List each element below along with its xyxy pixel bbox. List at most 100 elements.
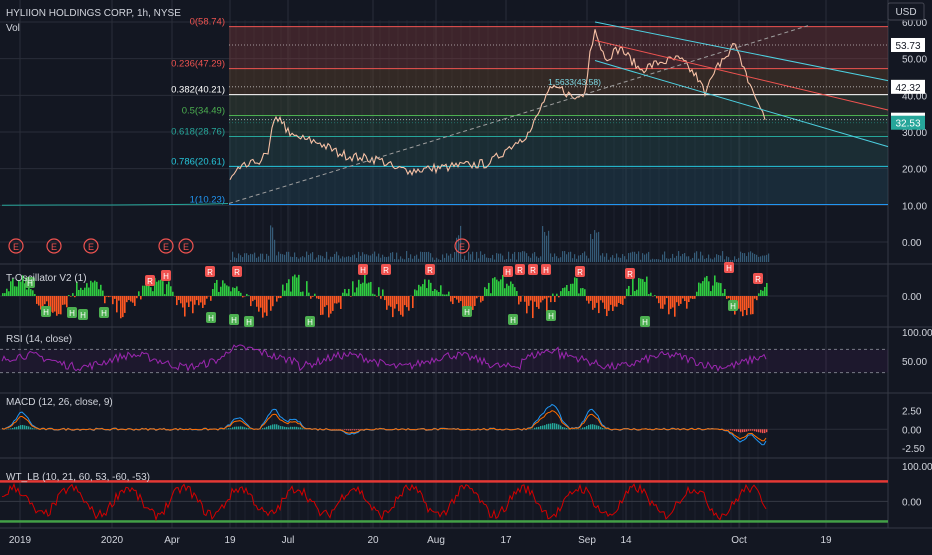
osc-bar	[8, 291, 10, 296]
volume-bar	[236, 258, 237, 262]
osc-bar	[240, 293, 242, 296]
volume-bar	[516, 260, 517, 262]
volume-bar	[592, 239, 593, 262]
osc-bar	[326, 296, 328, 305]
osc-bar	[324, 296, 326, 307]
osc-bar	[138, 291, 140, 296]
macd-histogram-bar	[284, 427, 285, 429]
volume-bar	[314, 259, 315, 262]
volume-bar	[598, 232, 599, 262]
volume-bar	[634, 252, 635, 262]
volume-bar	[482, 255, 483, 262]
osc-bar	[248, 295, 250, 296]
osc-bar	[488, 283, 490, 296]
osc-r-label: R	[427, 266, 433, 275]
chart-svg[interactable]: 0(58.74)0.236(47.29)0.382(40.21)0.5(34.4…	[0, 0, 932, 550]
osc-bar	[704, 277, 706, 296]
macd-histogram-bar	[300, 427, 301, 429]
fib-level-label: 0.786(20.61)	[171, 156, 225, 167]
osc-bar	[346, 293, 348, 296]
volume-bar	[744, 253, 745, 262]
macd-histogram-bar	[282, 426, 283, 429]
osc-bar	[764, 287, 766, 296]
macd-histogram-bar	[240, 426, 241, 429]
osc-bar	[542, 296, 544, 300]
fib-zone	[229, 137, 888, 167]
volume-bar	[494, 260, 495, 262]
volume-bar	[546, 236, 547, 262]
osc-bar	[210, 296, 212, 301]
osc-bar	[500, 279, 502, 296]
osc-bar	[496, 280, 498, 296]
osc-bar	[674, 296, 676, 317]
macd-histogram-bar	[16, 427, 17, 429]
time-tick-label: 17	[500, 535, 512, 546]
volume-bar	[730, 260, 731, 262]
osc-bar	[442, 294, 444, 296]
osc-bar	[78, 290, 80, 296]
osc-bar	[378, 287, 380, 296]
wt-lower-band	[0, 520, 888, 522]
osc-bar	[114, 296, 116, 299]
osc-bar	[626, 289, 628, 296]
osc-h-label: H	[307, 318, 313, 327]
volume-bar	[724, 259, 725, 262]
osc-bar	[436, 290, 438, 296]
volume-bar	[646, 253, 647, 262]
volume-bar	[564, 251, 565, 262]
osc-bar	[740, 296, 742, 312]
volume-bar	[242, 257, 243, 262]
osc-bar	[158, 280, 160, 296]
osc-bar	[518, 296, 520, 304]
osc-bar	[662, 296, 664, 309]
volume-bar	[348, 256, 349, 262]
osc-bar	[718, 283, 720, 296]
volume-bar	[632, 252, 633, 262]
volume-bar	[434, 260, 435, 262]
price-tick-label: 20.00	[902, 165, 927, 176]
osc-bar	[102, 291, 104, 296]
macd-histogram-bar	[540, 426, 541, 429]
osc-bar	[550, 296, 552, 302]
volume-bar	[380, 258, 381, 262]
volume-bar	[544, 232, 545, 262]
fib-level-label: 0(58.74)	[190, 17, 225, 28]
volume-bar	[542, 226, 543, 262]
volume-bar	[262, 254, 263, 262]
osc-h-label: H	[101, 309, 107, 318]
osc-bar	[212, 289, 214, 296]
macd-histogram-bar	[280, 426, 281, 429]
volume-bar	[354, 254, 355, 262]
volume-bar	[656, 259, 657, 262]
osc-bar	[694, 296, 696, 299]
macd-histogram-bar	[248, 428, 249, 429]
macd-histogram-bar	[242, 427, 243, 430]
volume-bar	[582, 253, 583, 262]
osc-bar	[520, 296, 522, 302]
osc-bar	[4, 293, 6, 296]
macd-histogram-bar	[264, 428, 265, 430]
osc-bar	[578, 293, 580, 296]
osc-bar	[678, 296, 680, 306]
volume-bar	[618, 257, 619, 262]
osc-r-label: R	[517, 266, 523, 275]
volume-bar	[694, 253, 695, 262]
osc-bar	[178, 296, 180, 300]
volume-bar	[350, 257, 351, 262]
volume-bar	[232, 252, 233, 262]
volume-bar	[234, 257, 235, 262]
osc-r-label: H	[726, 264, 732, 273]
osc-bar	[634, 291, 636, 296]
osc-bar	[386, 296, 388, 310]
volume-bar	[478, 258, 479, 262]
price-tick-label: 0.00	[902, 238, 922, 249]
osc-bar	[712, 286, 714, 296]
fib-level-label: 0.382(40.21)	[171, 85, 225, 96]
osc-bar	[374, 295, 376, 296]
volume-bar	[654, 259, 655, 262]
osc-bar	[198, 296, 200, 305]
osc-bar	[160, 280, 162, 296]
oscillator-title: T-Oscillator V2 (1)	[6, 273, 87, 284]
osc-bar	[444, 295, 446, 296]
volume-bar	[608, 260, 609, 262]
